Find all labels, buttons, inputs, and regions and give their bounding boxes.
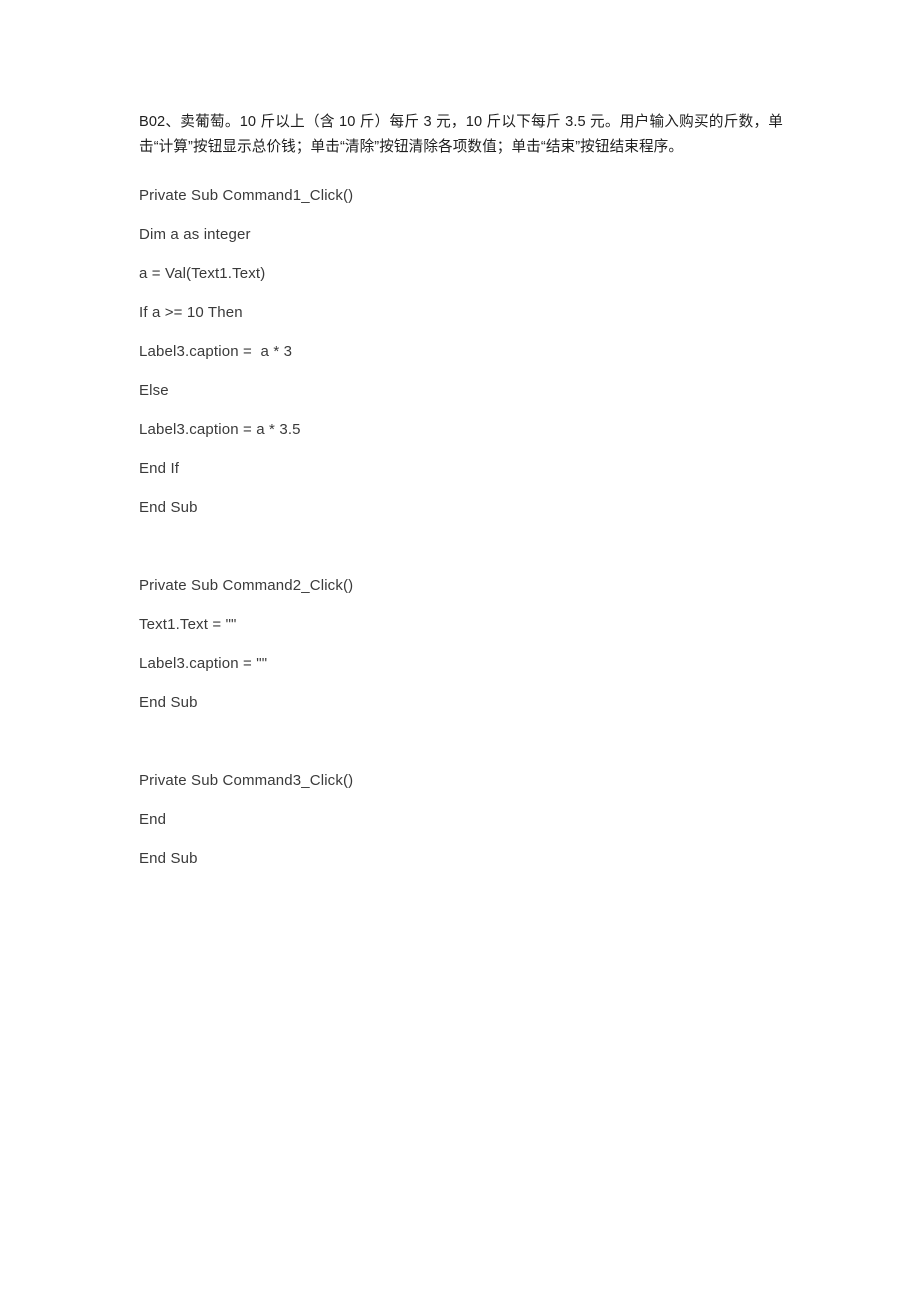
code-line: End Sub xyxy=(139,850,198,867)
code-line: a = Val(Text1.Text) xyxy=(139,265,266,282)
code-block-command2: Private Sub Command2_Click() Text1.Text … xyxy=(139,566,783,722)
document-content: B02、卖葡萄。10 斤以上（含 10 斤）每斤 3 元，10 斤以下每斤 3.… xyxy=(139,110,783,878)
code-line: Private Sub Command3_Click() xyxy=(139,772,354,789)
code-line: End xyxy=(139,811,167,828)
code-block-separator xyxy=(139,527,783,566)
code-line: Text1.Text = "" xyxy=(139,616,237,633)
code-line: Label3.caption = a * 3 xyxy=(139,343,293,360)
code-line: Private Sub Command2_Click() xyxy=(139,577,354,594)
code-block-command3: Private Sub Command3_Click() End End Sub xyxy=(139,761,783,878)
code-block-separator xyxy=(139,722,783,761)
code-block-command1: Private Sub Command1_Click() Dim a as in… xyxy=(139,176,783,527)
document-page: B02、卖葡萄。10 斤以上（含 10 斤）每斤 3 元，10 斤以下每斤 3.… xyxy=(0,0,920,1302)
code-line: End Sub xyxy=(139,694,198,711)
problem-statement: B02、卖葡萄。10 斤以上（含 10 斤）每斤 3 元，10 斤以下每斤 3.… xyxy=(139,114,783,155)
code-line: Private Sub Command1_Click() xyxy=(139,187,354,204)
code-line: Label3.caption = a * 3.5 xyxy=(139,421,301,438)
code-line: End If xyxy=(139,460,180,477)
code-line: Label3.caption = "" xyxy=(139,655,268,672)
code-line: Else xyxy=(139,382,169,399)
code-line: If a >= 10 Then xyxy=(139,304,243,321)
code-line: Dim a as integer xyxy=(139,226,251,243)
code-line: End Sub xyxy=(139,499,198,516)
